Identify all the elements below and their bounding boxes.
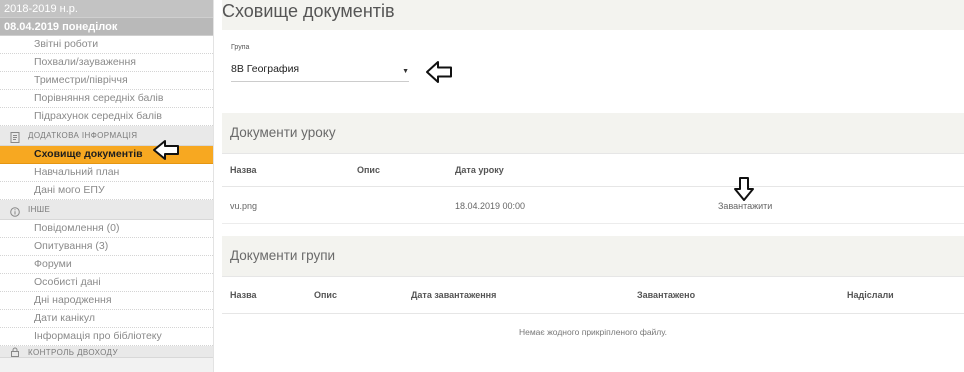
col-uploaded-by[interactable]: Завантажено xyxy=(637,277,695,313)
sidebar-section-label: КОНТРОЛЬ ДВОХОДУ xyxy=(28,348,118,357)
col-name[interactable]: Назва xyxy=(230,277,257,313)
sidebar-item-birthdays[interactable]: Дні народження xyxy=(0,292,213,310)
lock-icon xyxy=(10,347,20,357)
sidebar-item-curriculum[interactable]: Навчальний план xyxy=(0,164,213,182)
sidebar-section-other[interactable]: ІНШЕ xyxy=(0,200,213,220)
sidebar-item-forums[interactable]: Форуми xyxy=(0,256,213,274)
group-select-value: 8В География xyxy=(231,63,300,75)
chevron-down-icon: ▼ xyxy=(402,68,409,75)
col-sent[interactable]: Надіслали xyxy=(847,277,894,313)
lesson-docs-table-head: Назва Опис Дата уроку xyxy=(222,153,964,187)
group-docs-title: Документи групи xyxy=(230,248,336,263)
arrow-left-icon xyxy=(425,60,455,83)
group-select[interactable]: 8В География ▼ xyxy=(231,60,409,82)
page-title: Сховище документів xyxy=(222,1,395,21)
lesson-docs-title: Документи уроку xyxy=(230,125,336,140)
sidebar-item-library[interactable]: Інформація про бібліотеку xyxy=(0,328,213,346)
col-lesson-date[interactable]: Дата уроку xyxy=(455,154,504,186)
lesson-docs-header: Документи уроку xyxy=(222,113,964,153)
sidebar-section-label: ІНШЕ xyxy=(28,205,51,214)
sidebar-section-label: ДОДАТКОВА ІНФОРМАЦІЯ xyxy=(28,131,138,140)
info-icon xyxy=(10,205,20,217)
sidebar-item-polls[interactable]: Опитування (3) xyxy=(0,238,213,256)
col-description[interactable]: Опис xyxy=(357,154,380,186)
sidebar-item-terms[interactable]: Триместри/півріччя xyxy=(0,72,213,90)
empty-message: Немає жодного прикріпленого файлу. xyxy=(222,314,964,350)
sidebar-item-messages[interactable]: Повідомлення (0) xyxy=(0,220,213,238)
table-row: vu.png 18.04.2019 00:00 Завантажити xyxy=(222,188,964,224)
title-bar: Сховище документів xyxy=(222,0,964,30)
doc-name[interactable]: vu.png xyxy=(230,188,257,223)
sidebar-section-cut[interactable]: КОНТРОЛЬ ДВОХОДУ xyxy=(0,346,213,358)
group-label: Група xyxy=(231,44,250,51)
col-description[interactable]: Опис xyxy=(314,277,337,313)
col-upload-date[interactable]: Дата завантаження xyxy=(411,277,496,313)
sidebar-item-praise[interactable]: Похвали/зауваження xyxy=(0,54,213,72)
current-date: 08.04.2019 понеділок xyxy=(0,18,213,36)
sidebar-item-compare-averages[interactable]: Порівняння середніх балів xyxy=(0,90,213,108)
sidebar-item-personal-data[interactable]: Особисті дані xyxy=(0,274,213,292)
main-content: Сховище документів Група 8В География ▼ … xyxy=(222,0,964,372)
school-year: 2018-2019 н.р. xyxy=(0,0,213,18)
group-docs-table-head: Назва Опис Дата завантаження Завантажено… xyxy=(222,276,964,314)
group-filter: Група 8В География ▼ xyxy=(222,30,964,110)
sidebar-item-my-data[interactable]: Дані мого ЕПУ xyxy=(0,182,213,200)
sidebar-item-holidays[interactable]: Дати канікул xyxy=(0,310,213,328)
arrow-down-icon xyxy=(733,176,755,202)
arrow-left-icon xyxy=(152,139,182,161)
document-icon xyxy=(10,131,20,143)
doc-date: 18.04.2019 00:00 xyxy=(455,200,526,211)
sidebar-item-calc-averages[interactable]: Підрахунок середніх балів xyxy=(0,108,213,126)
sidebar-item-reports[interactable]: Звітні роботи xyxy=(0,36,213,54)
col-name[interactable]: Назва xyxy=(230,154,257,186)
group-docs-header: Документи групи xyxy=(222,236,964,276)
sidebar: 2018-2019 н.р. 08.04.2019 понеділок Звіт… xyxy=(0,0,214,372)
